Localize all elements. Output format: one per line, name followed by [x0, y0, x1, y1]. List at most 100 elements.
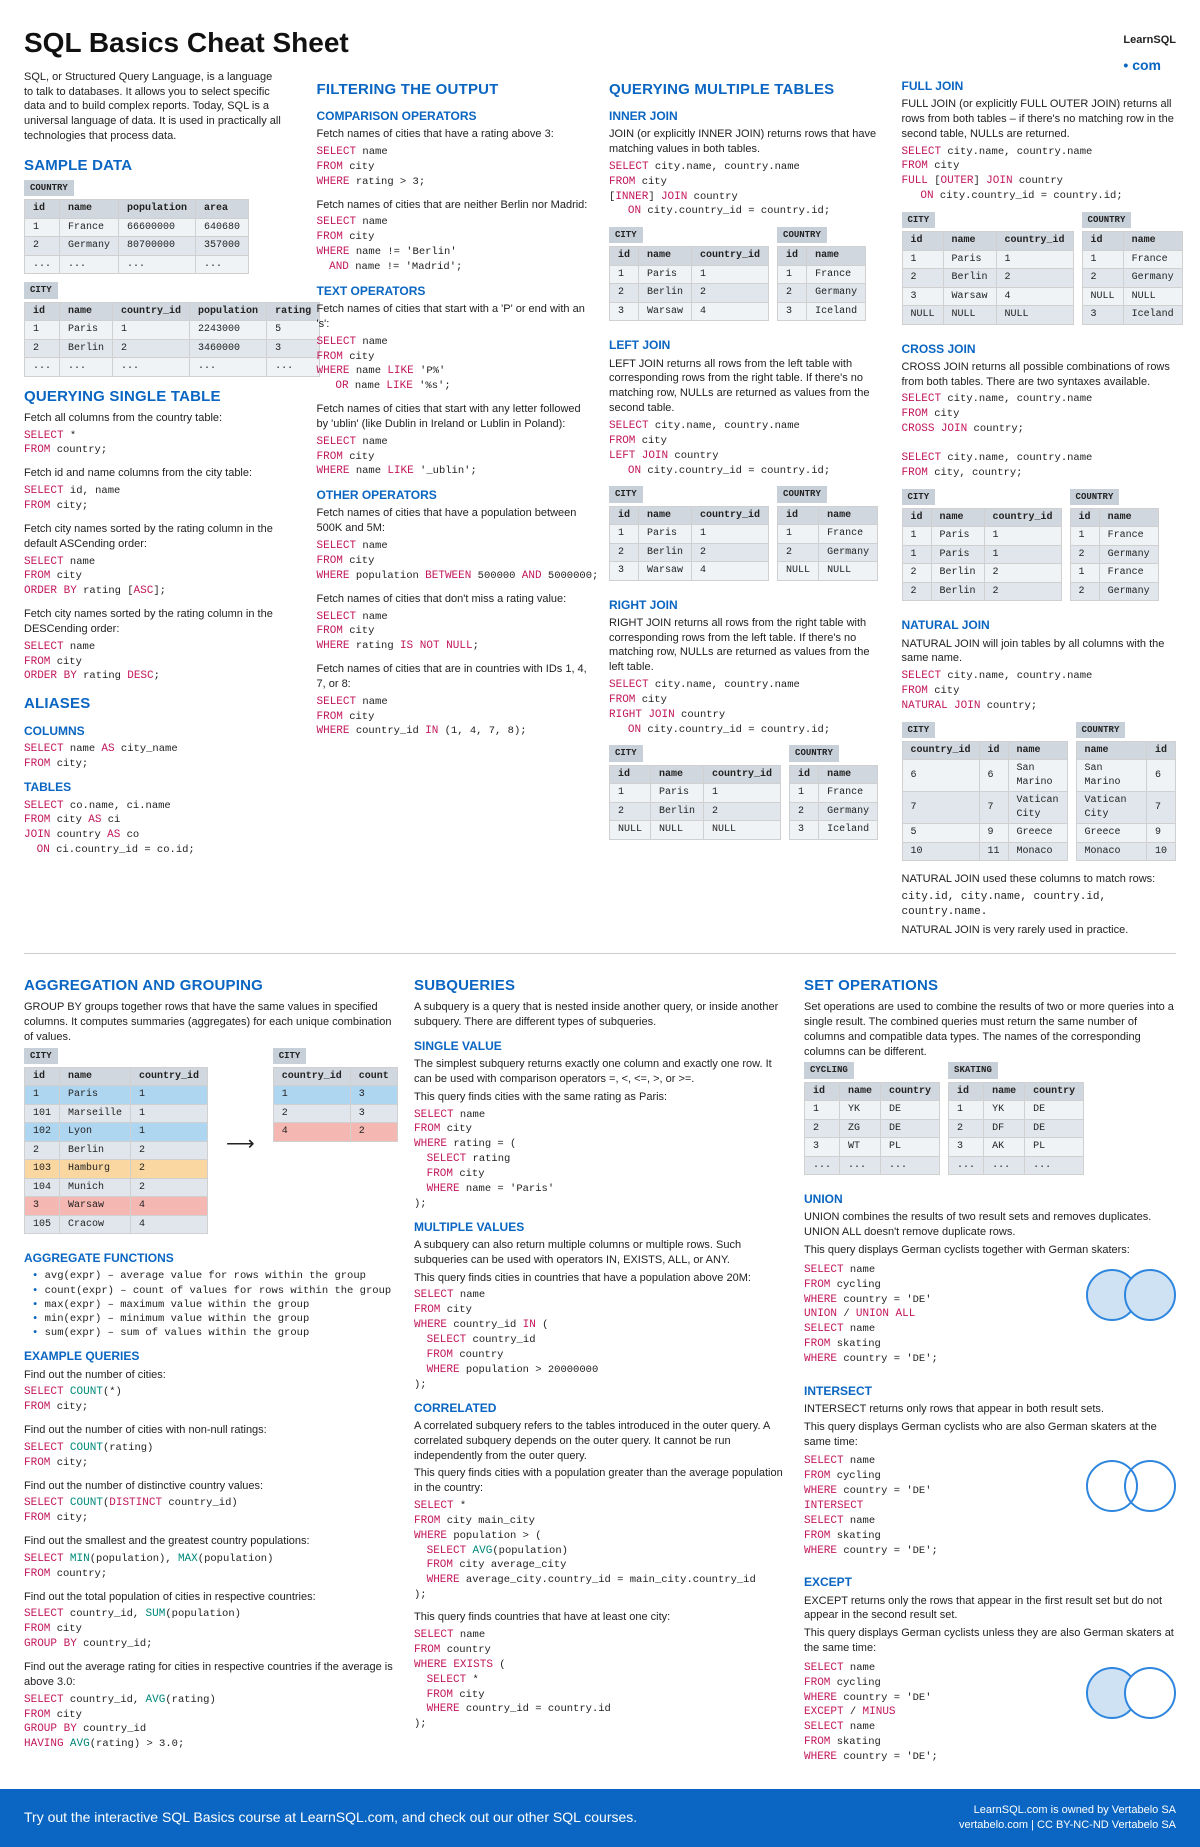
right-tbl2: idname1France2Germany3Iceland — [789, 765, 878, 840]
natural-tbl2: nameidSan Marino6Vatican City7Greece9Mon… — [1076, 741, 1176, 862]
col-3: QUERYING MULTIPLE TABLES INNER JOIN JOIN… — [609, 70, 884, 941]
intersect-c: SELECT name FROM cycling WHERE country =… — [804, 1454, 1076, 1558]
single-c3: SELECT name FROM city ORDER BY rating [A… — [24, 555, 299, 600]
except-t2: This query displays German cyclists unle… — [804, 1626, 1176, 1656]
full-tbl2-lbl: COUNTRY — [1082, 212, 1132, 228]
filter-t7: Fetch names of cities that are in countr… — [317, 662, 592, 692]
h-other: OTHER OPERATORS — [317, 487, 592, 503]
natural-tbl1: country_ididname66San Marino77Vatican Ci… — [902, 741, 1068, 862]
table-country: idnamepopulationarea1France6660000064068… — [24, 199, 249, 274]
h-filter: FILTERING THE OUTPUT — [317, 80, 592, 100]
natural-tbl2-lbl: COUNTRY — [1076, 722, 1126, 738]
single-c2: SELECT id, name FROM city; — [24, 484, 299, 514]
filter-c2: SELECT name FROM city WHERE name != 'Ber… — [317, 215, 592, 274]
single-t2: Fetch id and name columns from the city … — [24, 466, 299, 481]
agg-tbl1: idnamecountry_id1Paris1101Marseille1102L… — [24, 1067, 208, 1235]
h-mv: MULTIPLE VALUES — [414, 1219, 786, 1235]
filter-t3: Fetch names of cities that start with a … — [317, 302, 592, 332]
sv-t2: This query finds cities with the same ra… — [414, 1090, 786, 1105]
h-comp: COMPARISON OPERATORS — [317, 108, 592, 124]
agg-e6c: SELECT country_id, AVG(rating) FROM city… — [24, 1693, 396, 1752]
inner-tbl1-lbl: CITY — [609, 227, 643, 243]
full-c: SELECT city.name, country.name FROM city… — [902, 145, 1177, 204]
h-aliases: ALIASES — [24, 694, 299, 714]
natural-c: SELECT city.name, country.name FROM city… — [902, 669, 1177, 714]
label-city: CITY — [24, 282, 58, 298]
union-t: UNION combines the results of two result… — [804, 1210, 1176, 1240]
mv-t2: This query finds cities in countries tha… — [414, 1271, 786, 1286]
agg-e5t: Find out the total population of cities … — [24, 1590, 396, 1605]
cross-c: SELECT city.name, country.name FROM city… — [902, 392, 1177, 480]
h-setops: SET OPERATIONS — [804, 976, 1176, 996]
footer: Try out the interactive SQL Basics cours… — [0, 1789, 1200, 1847]
h-agg-fn: AGGREGATE FUNCTIONS — [24, 1250, 396, 1266]
filter-c5: SELECT name FROM city WHERE population B… — [317, 539, 592, 584]
single-t3: Fetch city names sorted by the rating co… — [24, 522, 299, 552]
col-setops: SET OPERATIONS Set operations are used t… — [804, 966, 1176, 1773]
left-t: LEFT JOIN returns all rows from the left… — [609, 357, 884, 416]
full-tbl1: idnamecountry_id1Paris12Berlin23Warsaw4N… — [902, 231, 1074, 325]
co-c2: SELECT name FROM country WHERE EXISTS ( … — [414, 1628, 786, 1731]
logo: LearnSQL• com — [1123, 24, 1176, 78]
left-tbl1: idnamecountry_id1Paris12Berlin23Warsaw4 — [609, 506, 769, 581]
aliases-c2: SELECT co.name, ci.name FROM city AS ci … — [24, 799, 299, 858]
col-subq: SUBQUERIES A subquery is a query that is… — [414, 966, 786, 1773]
agg-e5c: SELECT country_id, SUM(population) FROM … — [24, 1607, 396, 1652]
filter-t1: Fetch names of cities that have a rating… — [317, 127, 592, 142]
agg-e1t: Find out the number of cities: — [24, 1368, 396, 1383]
h-intersect: INTERSECT — [804, 1383, 1176, 1399]
subq-t: A subquery is a query that is nested ins… — [414, 1000, 786, 1030]
right-t: RIGHT JOIN returns all rows from the rig… — [609, 616, 884, 675]
aliases-c1: SELECT name AS city_name FROM city; — [24, 742, 299, 772]
h-aliases-cols: COLUMNS — [24, 723, 299, 739]
single-c4: SELECT name FROM city ORDER BY rating DE… — [24, 640, 299, 685]
agg-e1c: SELECT COUNT(*) FROM city; — [24, 1385, 396, 1415]
single-t4: Fetch city names sorted by the rating co… — [24, 607, 299, 637]
inner-tbl2: idname1France2Germany3Iceland — [777, 246, 866, 321]
h-text: TEXT OPERATORS — [317, 283, 592, 299]
inner-tbl2-lbl: COUNTRY — [777, 227, 827, 243]
agg-tbl2: country_idcount132342 — [273, 1067, 398, 1142]
right-tbl1-lbl: CITY — [609, 745, 643, 761]
col-2: FILTERING THE OUTPUT COMPARISON OPERATOR… — [317, 70, 592, 941]
union-c: SELECT name FROM cycling WHERE country =… — [804, 1263, 1076, 1367]
inner-t: JOIN (or explicitly INNER JOIN) returns … — [609, 127, 884, 157]
agg-e4c: SELECT MIN(population), MAX(population) … — [24, 1552, 396, 1582]
h-inner: INNER JOIN — [609, 108, 884, 124]
cyc-tbl: idnamecountry1YKDE2ZGDE3WTPL......... — [804, 1082, 940, 1176]
mv-c: SELECT name FROM city WHERE country_id I… — [414, 1288, 786, 1391]
h-except: EXCEPT — [804, 1574, 1176, 1590]
label-country: COUNTRY — [24, 180, 74, 196]
natural-note2: city.id, city.name, country.id, country.… — [902, 890, 1177, 920]
venn-except-icon — [1086, 1663, 1176, 1723]
h-natural: NATURAL JOIN — [902, 617, 1177, 633]
co-t: A correlated subquery refers to the tabl… — [414, 1419, 786, 1464]
h-full: FULL JOIN — [902, 78, 1177, 94]
co-t3: This query finds countries that have at … — [414, 1610, 786, 1625]
sv-t: The simplest subquery returns exactly on… — [414, 1057, 786, 1087]
footer-text: Try out the interactive SQL Basics cours… — [24, 1808, 637, 1827]
h-union: UNION — [804, 1191, 1176, 1207]
inner-tbl1: idnamecountry_id1Paris12Berlin23Warsaw4 — [609, 246, 769, 321]
agg-e2c: SELECT COUNT(rating) FROM city; — [24, 1441, 396, 1471]
left-c: SELECT city.name, country.name FROM city… — [609, 419, 884, 478]
left-tbl2: idname1France2GermanyNULLNULL — [777, 506, 878, 581]
agg-e4t: Find out the smallest and the greatest c… — [24, 1534, 396, 1549]
left-tbl2-lbl: COUNTRY — [777, 486, 827, 502]
h-right: RIGHT JOIN — [609, 597, 884, 613]
filter-c4: SELECT name FROM city WHERE name LIKE '_… — [317, 435, 592, 480]
cyc-lbl: CYCLING — [804, 1062, 854, 1078]
venn-union-icon — [1086, 1265, 1176, 1325]
ska-lbl: SKATING — [948, 1062, 998, 1078]
right-tbl2-lbl: COUNTRY — [789, 745, 839, 761]
single-c1: SELECT * FROM country; — [24, 429, 299, 459]
cross-tbl1-lbl: CITY — [902, 489, 936, 505]
h-sv: SINGLE VALUE — [414, 1038, 786, 1054]
col-1: SQL, or Structured Query Language, is a … — [24, 70, 299, 941]
co-t2: This query finds cities with a populatio… — [414, 1466, 786, 1496]
agg-fn-list: avg(expr) – average value for rows withi… — [24, 1269, 396, 1340]
natural-note3: NATURAL JOIN is very rarely used in prac… — [902, 923, 1177, 938]
table-city: idnamecountry_idpopulationrating1Paris12… — [24, 302, 320, 377]
h-agg-ex: EXAMPLE QUERIES — [24, 1348, 396, 1364]
h-agg: AGGREGATION AND GROUPING — [24, 976, 396, 996]
